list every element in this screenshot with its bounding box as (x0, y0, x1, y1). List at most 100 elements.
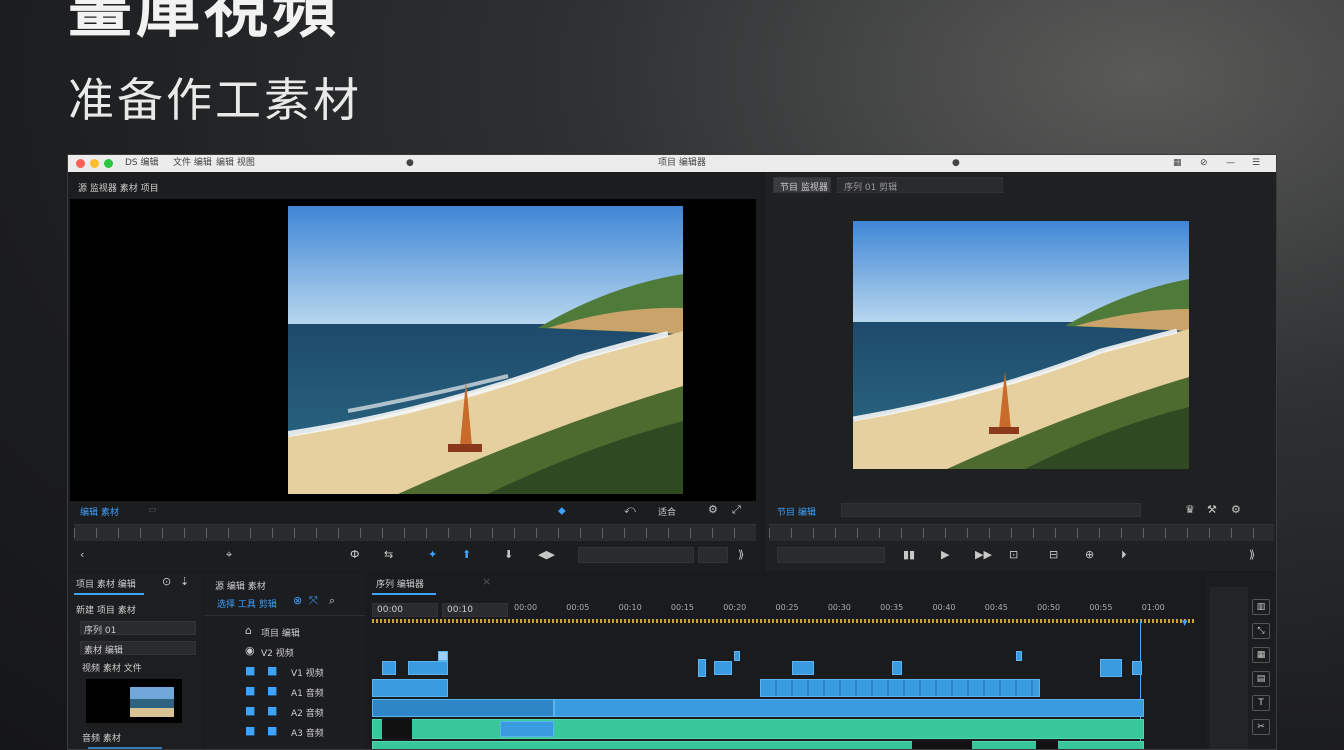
search-icon[interactable]: ⌕ (329, 595, 335, 607)
loop-icon[interactable]: ⏵ (1121, 549, 1127, 561)
timecode-mid-field[interactable]: 00:10 (442, 603, 508, 617)
clip[interactable] (372, 719, 1144, 739)
marker-icon[interactable]: ⬥ (558, 505, 566, 517)
clip[interactable] (372, 741, 1144, 749)
eye-icon[interactable]: ◉ (245, 645, 255, 657)
link-icon[interactable]: ⤧ (309, 595, 318, 607)
program-scrubber[interactable] (769, 524, 1274, 541)
add-marker-icon[interactable]: ⊕ (1085, 549, 1094, 561)
extract-icon[interactable]: ◀▶ (538, 549, 555, 561)
clip[interactable] (760, 679, 1040, 697)
close-window-button[interactable] (76, 159, 85, 168)
wrench-icon[interactable]: ⚒ (1207, 504, 1217, 516)
project-item-files[interactable]: 视频 素材 文件 (82, 661, 142, 674)
clip[interactable] (792, 661, 814, 675)
prev-icon[interactable]: ‹ (80, 549, 84, 561)
scale-icon[interactable]: ⤡ (1252, 623, 1270, 639)
export-icon[interactable]: ⟫ (1249, 549, 1255, 561)
roll-icon[interactable]: ⇆ (384, 549, 393, 561)
zoom-window-button[interactable] (104, 159, 113, 168)
timecode-start-field[interactable]: 00:00 (372, 603, 438, 617)
ripple-icon[interactable]: Ф (350, 549, 359, 561)
trim-icon[interactable]: ⌖ (226, 549, 232, 561)
settings-icon[interactable]: ⚙ (708, 504, 718, 516)
source-search-field[interactable] (578, 547, 694, 563)
project-thumbnail[interactable] (86, 679, 182, 723)
program-tab[interactable]: 节目 监视器 (773, 177, 831, 193)
source-scrubber[interactable] (74, 524, 756, 541)
menu-item-file[interactable]: 文件 编辑 (173, 158, 212, 169)
step-forward-icon[interactable]: ▶▶ (975, 549, 992, 561)
source-timecode[interactable]: 编辑 素材 (80, 505, 119, 518)
minus-icon[interactable]: — (1226, 158, 1235, 169)
sequence-select[interactable]: 序列 01 剪辑 (837, 177, 1003, 193)
grid-icon[interactable]: ▦ (1173, 158, 1182, 169)
menu-icon[interactable]: ☰ (1252, 158, 1260, 169)
toggle-icon[interactable]: ■ (245, 705, 255, 717)
more-icon[interactable]: ⇣ (180, 576, 189, 588)
compare-icon[interactable]: ⊟ (1049, 549, 1058, 561)
clip[interactable] (892, 661, 902, 675)
project-tab[interactable]: 项目 素材 编辑 (76, 577, 136, 590)
work-area-bar[interactable] (372, 619, 1194, 623)
toggle-icon[interactable]: ■ (267, 705, 277, 717)
minimize-window-button[interactable] (90, 159, 99, 168)
project-item-audio[interactable]: 音频 素材 (82, 731, 121, 744)
toggle-icon[interactable]: ■ (267, 685, 277, 697)
timeline-ruler[interactable]: 00:00 00:05 00:10 00:15 00:20 00:25 00:30 00:35… (514, 603, 1194, 617)
clip[interactable] (500, 721, 554, 737)
program-video-frame[interactable] (853, 221, 1189, 469)
source-zoom-field[interactable] (698, 547, 728, 563)
timeline-tab[interactable]: 序列 编辑器 (376, 577, 424, 590)
lock-icon[interactable]: ⌂ (245, 625, 252, 637)
menu-item-edit[interactable]: 编辑 视图 (216, 158, 255, 169)
track-panel-sub[interactable]: 选择 工具 剪辑 (217, 597, 277, 610)
lift-icon[interactable]: ⬇ (504, 549, 513, 561)
toggle-icon[interactable]: ■ (245, 725, 255, 737)
overwrite-icon[interactable]: ⬆ (462, 549, 471, 561)
mark-in-icon[interactable]: ⤺ (624, 504, 636, 516)
program-search-field[interactable] (777, 547, 885, 563)
track-row-6[interactable]: A3 音频 (291, 726, 324, 739)
doc-icon[interactable]: ▤ (1252, 671, 1270, 687)
crown-icon[interactable]: ♛ (1185, 504, 1195, 516)
expand-icon[interactable]: ⤢ (732, 504, 741, 516)
clip[interactable] (372, 699, 554, 717)
clip[interactable] (372, 679, 448, 697)
toggle-icon[interactable]: ■ (245, 665, 255, 677)
clip[interactable] (1132, 661, 1142, 675)
insert-icon[interactable]: ✦ (428, 549, 437, 561)
source-fit-label[interactable]: 适合 (658, 505, 676, 518)
project-item-clip[interactable]: 素材 编辑 (80, 641, 196, 656)
clip[interactable] (714, 661, 732, 675)
menu-item-app[interactable]: DS 编辑 (125, 158, 159, 169)
list-view-icon[interactable]: ▥ (1252, 599, 1270, 615)
search-icon[interactable]: ⊙ (162, 576, 171, 588)
pause-icon[interactable]: ▮▮ (903, 549, 915, 561)
grid-icon[interactable]: ▦ (1252, 647, 1270, 663)
text-icon[interactable]: T (1252, 695, 1270, 711)
clip[interactable] (438, 651, 448, 661)
export-frame-icon[interactable]: ⟫ (738, 549, 744, 561)
close-icon[interactable]: × (482, 576, 491, 588)
track-row-3[interactable]: V1 视频 (291, 666, 324, 679)
project-item-sequence[interactable]: 序列 01 (80, 621, 196, 636)
settings-icon[interactable]: ⚙ (1231, 504, 1241, 516)
clip[interactable] (554, 699, 1144, 717)
cut-icon[interactable]: ✂ (1252, 719, 1270, 735)
track-row-2[interactable]: V2 视频 (261, 646, 294, 659)
clip[interactable] (408, 661, 448, 675)
clip[interactable] (698, 659, 706, 677)
safe-margins-icon[interactable]: ⊡ (1009, 549, 1018, 561)
program-scale-field[interactable] (841, 503, 1141, 517)
clip[interactable] (734, 651, 740, 661)
track-row-4[interactable]: A1 音频 (291, 686, 324, 699)
toggle-icon[interactable]: ■ (267, 725, 277, 737)
program-timecode[interactable]: 节目 编辑 (777, 505, 816, 518)
track-row-1[interactable]: 项目 编辑 (261, 626, 300, 639)
play-icon[interactable]: ▶ (941, 549, 949, 561)
clip[interactable] (1016, 651, 1022, 661)
clip[interactable] (1100, 659, 1122, 677)
split-icon[interactable]: ⊘ (1200, 158, 1208, 169)
toggle-icon[interactable]: ■ (267, 665, 277, 677)
